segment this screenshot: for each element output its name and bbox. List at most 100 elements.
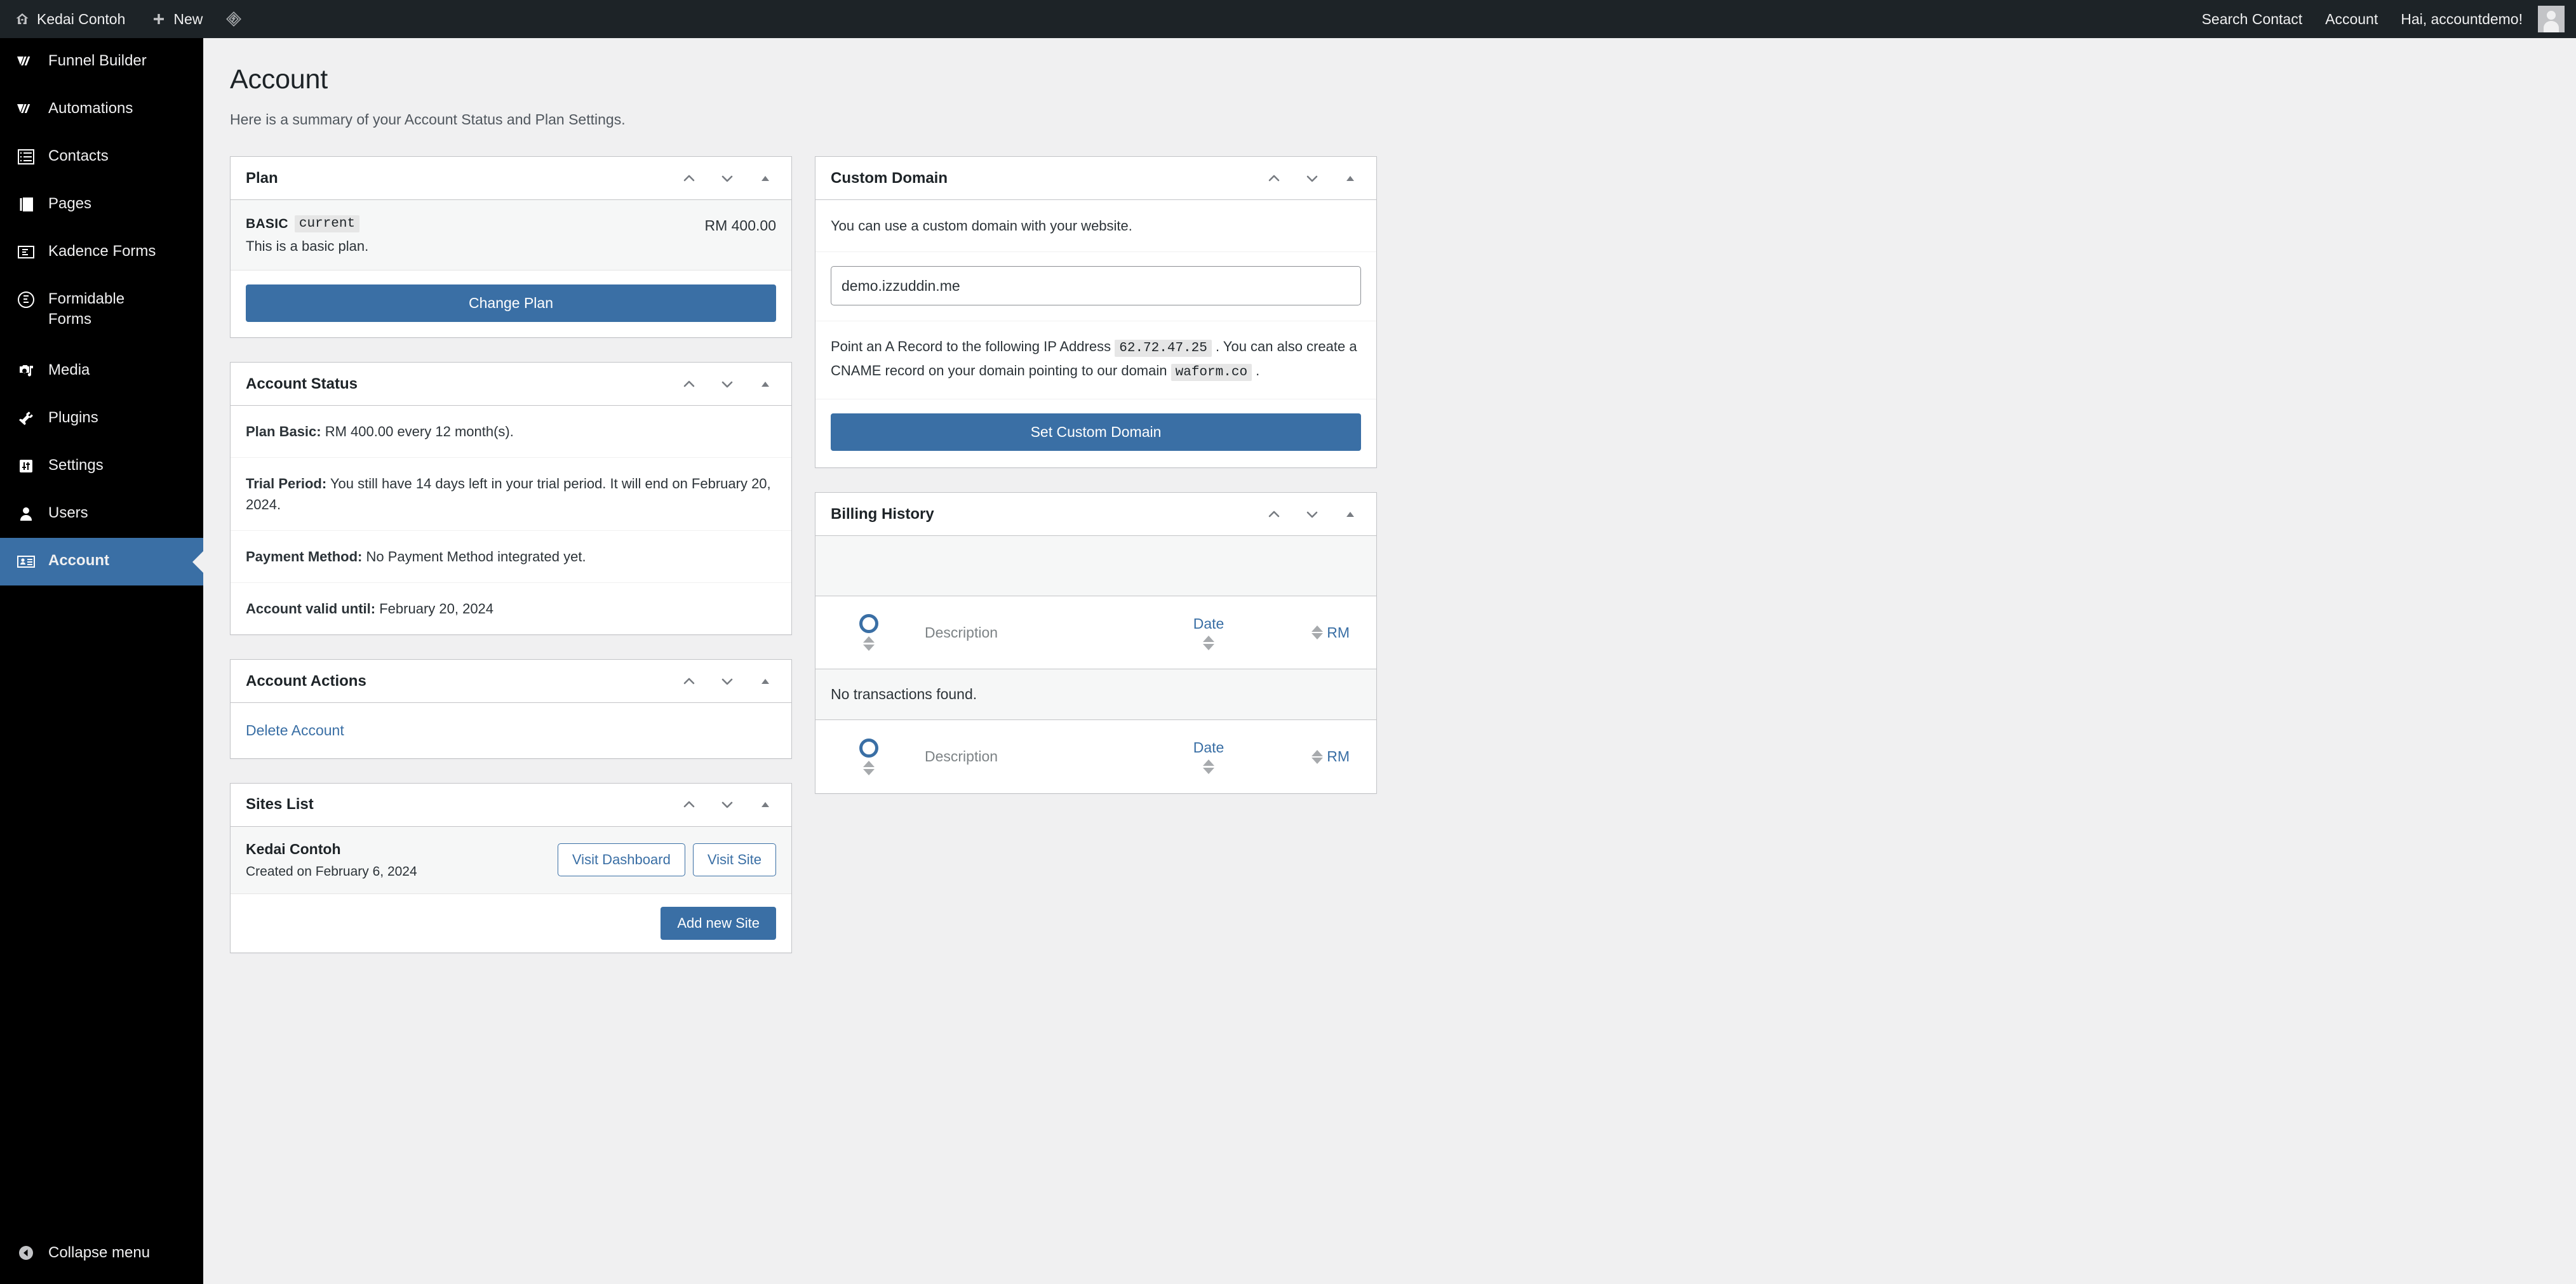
users-person-icon xyxy=(14,502,38,526)
column-header-amount-label: RM xyxy=(1327,624,1350,641)
status-row-value: February 20, 2024 xyxy=(375,601,494,617)
circle-ring-icon[interactable] xyxy=(859,738,878,758)
move-down-icon[interactable] xyxy=(716,373,738,395)
collapse-panel-triangle-icon[interactable] xyxy=(755,168,776,189)
custom-domain-input[interactable] xyxy=(831,266,1361,306)
sidebar-item-users[interactable]: Users xyxy=(0,490,203,538)
column-header-description[interactable]: Description xyxy=(907,624,1145,641)
move-down-icon[interactable] xyxy=(716,671,738,692)
add-new-site-button[interactable]: Add new Site xyxy=(661,906,776,940)
sidebar-item-account[interactable]: Account xyxy=(0,538,204,585)
column-footer-description[interactable]: Description xyxy=(907,748,1145,765)
formidable-forms-icon xyxy=(14,288,38,312)
custom-domain-panel: Custom Domain You can use a custom domai… xyxy=(815,156,1377,469)
plan-name-line: BASIC current xyxy=(246,215,704,233)
settings-sliders-icon xyxy=(14,454,38,478)
circle-ring-icon[interactable] xyxy=(859,614,878,634)
sidebar-item-label: Pages xyxy=(48,195,92,212)
sidebar-item-automations[interactable]: Automations xyxy=(0,86,203,133)
main-content: Account Here is a summary of your Accoun… xyxy=(203,38,2576,1284)
kadence-forms-icon xyxy=(14,240,38,264)
sort-arrows-icon[interactable] xyxy=(1203,759,1214,775)
status-row-valid-until: Account valid until: February 20, 2024 xyxy=(231,583,791,634)
collapse-panel-triangle-icon[interactable] xyxy=(755,373,776,395)
adminbar-account[interactable]: Account xyxy=(2314,0,2389,38)
move-up-icon[interactable] xyxy=(678,373,700,395)
panel-toggle-group xyxy=(678,794,776,815)
select-all-column[interactable] xyxy=(831,614,907,652)
collapse-panel-triangle-icon[interactable] xyxy=(1339,504,1361,525)
move-up-icon[interactable] xyxy=(1263,504,1285,525)
sort-arrows-icon[interactable] xyxy=(1311,625,1324,640)
collapse-menu-button[interactable]: Collapse menu xyxy=(0,1227,203,1284)
move-down-icon[interactable] xyxy=(1301,168,1323,189)
sidebar-item-plugins[interactable]: Plugins xyxy=(0,395,203,443)
sidebar-item-media[interactable]: Media xyxy=(0,347,203,395)
move-down-icon[interactable] xyxy=(716,794,738,815)
move-up-icon[interactable] xyxy=(678,671,700,692)
delete-account-link[interactable]: Delete Account xyxy=(246,722,344,739)
sidebar-item-label: Automations xyxy=(48,100,133,117)
adminbar-howdy[interactable]: Hai, accountdemo! xyxy=(2389,0,2565,38)
sort-arrows-icon[interactable] xyxy=(1203,635,1214,650)
status-row-label: Payment Method: xyxy=(246,549,363,565)
change-plan-button[interactable]: Change Plan xyxy=(246,284,776,323)
page-title: Account xyxy=(230,64,328,95)
collapse-left-arrow-icon xyxy=(14,1241,38,1265)
sort-arrows-icon[interactable] xyxy=(863,636,875,652)
admin-sidebar: Funnel Builder Automations Contacts Page… xyxy=(0,38,204,1284)
adminbar-site-name[interactable]: Kedai Contoh xyxy=(0,0,138,38)
sidebar-item-label: Settings xyxy=(48,457,104,474)
select-all-column-footer[interactable] xyxy=(831,738,907,775)
adminbar-account-label: Account xyxy=(2325,11,2378,27)
status-row-label: Plan Basic: xyxy=(246,424,321,440)
sidebar-item-formidable-forms[interactable]: Formidable Forms xyxy=(0,276,203,347)
custom-domain-dns-note: Point an A Record to the following IP Ad… xyxy=(815,321,1376,400)
column-footer-amount[interactable]: RM xyxy=(1272,748,1361,765)
move-up-icon[interactable] xyxy=(678,794,700,815)
column-footer-date[interactable]: Date xyxy=(1145,739,1272,775)
adminbar-search-contact[interactable]: Search Contact xyxy=(2190,0,2314,38)
sidebar-item-contacts[interactable]: Contacts xyxy=(0,133,203,181)
set-custom-domain-button[interactable]: Set Custom Domain xyxy=(831,413,1361,451)
avatar[interactable] xyxy=(2538,6,2565,32)
diamond-logo-icon xyxy=(225,11,242,27)
admin-bar: Kedai Contoh New Search Contact Account xyxy=(0,0,2576,38)
status-row-value: RM 400.00 every 12 month(s). xyxy=(321,424,514,440)
status-row-trial: Trial Period: You still have 14 days lef… xyxy=(231,458,791,532)
visit-site-button[interactable]: Visit Site xyxy=(692,843,776,877)
sidebar-item-settings[interactable]: Settings xyxy=(0,443,203,490)
plan-details: BASIC current This is a basic plan. xyxy=(246,215,704,255)
sidebar-item-kadence-forms[interactable]: Kadence Forms xyxy=(0,229,203,276)
collapse-panel-triangle-icon[interactable] xyxy=(755,794,776,815)
move-down-icon[interactable] xyxy=(716,168,738,189)
plus-icon xyxy=(151,11,167,27)
column-header-date[interactable]: Date xyxy=(1145,615,1272,650)
status-row-plan: Plan Basic: RM 400.00 every 12 month(s). xyxy=(231,406,791,458)
column-header-amount[interactable]: RM xyxy=(1272,624,1361,641)
move-up-icon[interactable] xyxy=(678,168,700,189)
status-row-value: No Payment Method integrated yet. xyxy=(362,549,586,565)
sites-list-footer: Add new Site xyxy=(231,893,791,953)
adminbar-new-button[interactable]: New xyxy=(138,0,215,38)
sort-arrows-icon[interactable] xyxy=(1311,749,1324,764)
move-down-icon[interactable] xyxy=(1301,504,1323,525)
sites-list-panel: Sites List Kedai Contoh Created on Febru… xyxy=(230,782,792,953)
collapse-panel-triangle-icon[interactable] xyxy=(1339,168,1361,189)
account-actions-panel-header: Account Actions xyxy=(231,660,791,704)
admin-bar-right: Search Contact Account Hai, accountdemo! xyxy=(2190,0,2576,38)
plan-panel-header: Plan xyxy=(231,157,791,201)
collapse-panel-triangle-icon[interactable] xyxy=(755,671,776,692)
sidebar-item-label: Kadence Forms xyxy=(48,243,156,260)
sidebar-item-pages[interactable]: Pages xyxy=(0,181,203,229)
account-status-panel-header: Account Status xyxy=(231,363,791,406)
column-footer-date-label: Date xyxy=(1193,739,1224,756)
adminbar-plugin-logo[interactable] xyxy=(215,0,252,38)
sort-arrows-icon[interactable] xyxy=(863,760,875,775)
move-up-icon[interactable] xyxy=(1263,168,1285,189)
sidebar-item-funnel-builder[interactable]: Funnel Builder xyxy=(0,38,203,86)
sites-list-panel-header: Sites List xyxy=(231,784,791,827)
visit-dashboard-button[interactable]: Visit Dashboard xyxy=(557,843,685,877)
admin-bar-left: Kedai Contoh New xyxy=(0,0,252,38)
media-icon xyxy=(14,359,38,383)
